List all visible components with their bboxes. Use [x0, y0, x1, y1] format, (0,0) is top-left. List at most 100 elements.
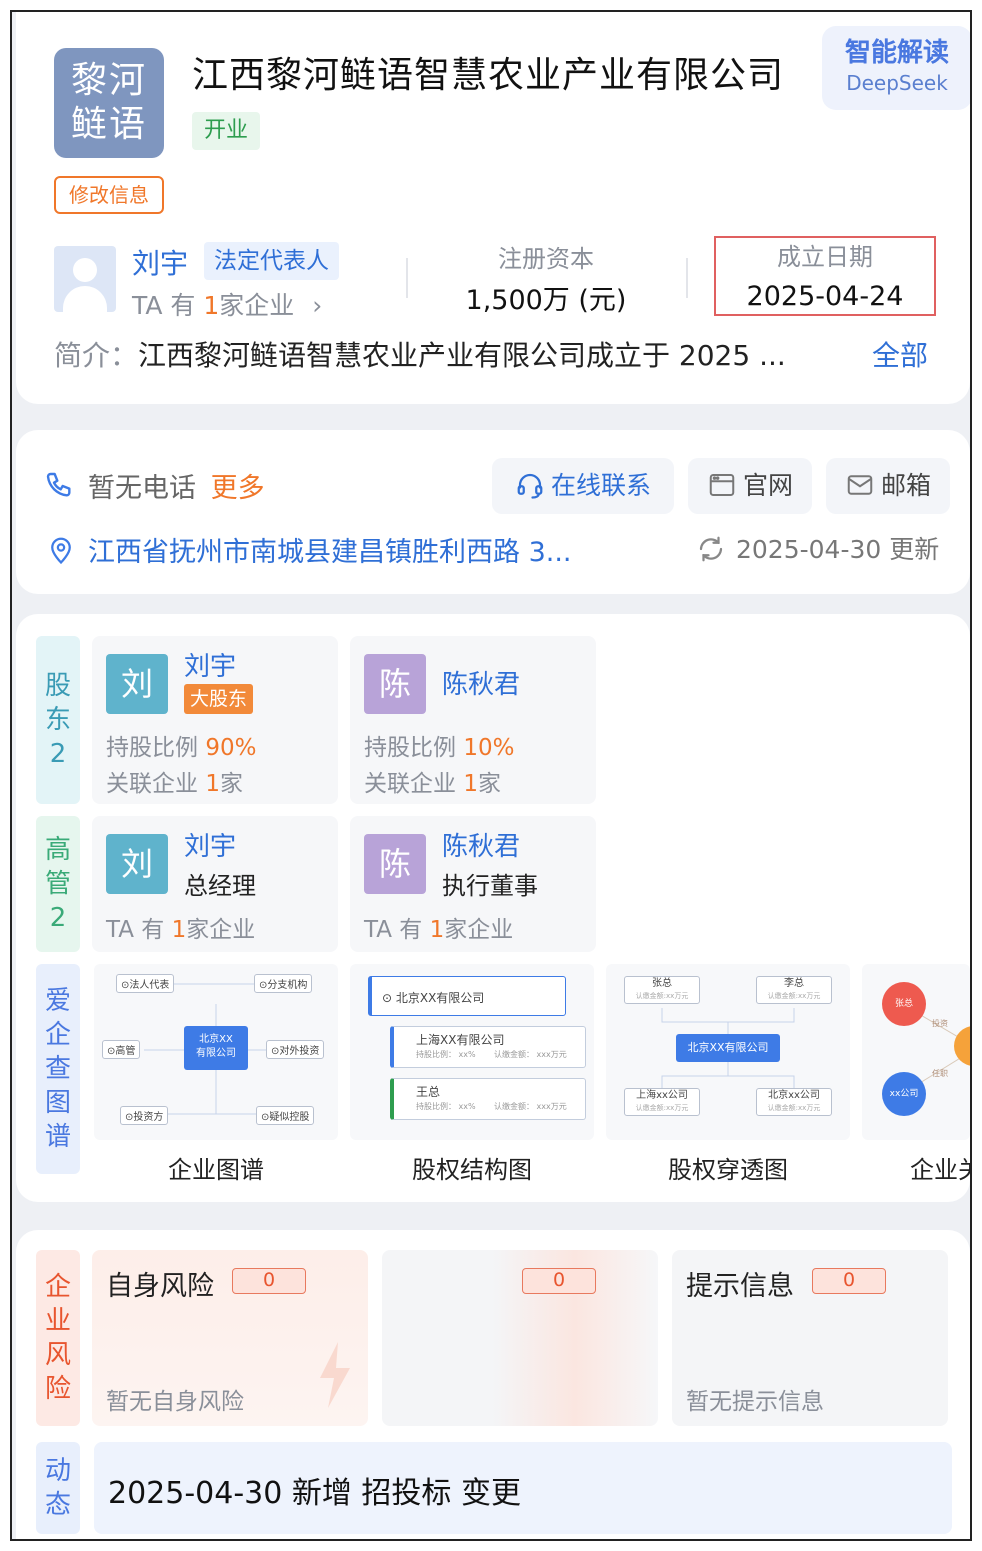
executive-role: 总经理 — [184, 872, 256, 900]
ratio-label: 持股比例 — [106, 735, 206, 761]
assoc-label: 关联企业 — [364, 771, 464, 797]
legal-rep-companies-link[interactable]: TA 有 1家企业 › — [132, 286, 322, 322]
row-meta: 认缴金额： xxx万元 — [494, 1050, 567, 1059]
graph-center-node: 北京XX 有限公司 — [184, 1026, 248, 1070]
update-time: 2025-04-30 更新 — [736, 535, 940, 564]
online-contact-button[interactable]: 在线联系 — [492, 458, 674, 514]
major-shareholder-badge: 大股东 — [184, 684, 254, 714]
enterprise-relations-label[interactable]: 企业关 — [862, 1150, 970, 1185]
assoc-unit: 家 — [477, 771, 501, 797]
assoc-unit: 家 — [219, 771, 243, 797]
ai-interpret-button[interactable]: 智能解读 DeepSeek — [822, 26, 970, 110]
node-title: 张总 — [652, 978, 672, 989]
self-risk-box[interactable]: 自身风险 0 暂无自身风险 — [92, 1250, 368, 1426]
shareholder-card-liu[interactable]: 刘 刘宇 大股东 持股比例 90% 关联企业 1家 — [92, 636, 338, 804]
address-link[interactable]: 江西省抚州市南城县建昌镇胜利西路 3... — [88, 530, 572, 569]
avatar: 陈 — [364, 654, 426, 714]
location-pin-icon — [51, 537, 71, 565]
enterprise-graph-thumbnail[interactable]: ⊙法人代表 ⊙分支机构 ⊙高管 ⊙对外投资 ⊙投资方 ⊙疑似控股 北京XX 有限… — [94, 964, 338, 1140]
legal-rep-sub-suffix: 家企业 — [219, 291, 295, 320]
legal-rep-name[interactable]: 刘宇 — [132, 242, 188, 282]
hint-info-note: 暂无提示信息 — [686, 1389, 824, 1415]
label-char: 图 — [44, 1088, 71, 1118]
graphs-label[interactable]: 爱 企 查 图 谱 — [36, 964, 80, 1174]
risk-label[interactable]: 企 业 风 险 — [36, 1250, 80, 1426]
related-risk-box[interactable]: 0 — [382, 1250, 658, 1426]
chevron-right-icon: › — [312, 291, 323, 320]
status-badge: 开业 — [192, 112, 261, 150]
phone-more-link[interactable]: 更多 — [211, 473, 265, 504]
hint-info-box[interactable]: 提示信息 0 暂无提示信息 — [672, 1250, 948, 1426]
penetration-node: 李总 认缴金额:xx万元 — [756, 976, 832, 1004]
enterprise-relations-thumbnail[interactable]: 张总 xx公司 投资 任职 — [862, 964, 970, 1140]
refresh-icon[interactable] — [696, 534, 726, 564]
edit-info-button[interactable]: 修改信息 — [54, 176, 164, 214]
ratio-value: 10% — [463, 735, 515, 761]
risk-card: 企 业 风 险 自身风险 0 暂无自身风险 0 提示信息 0 暂无提示信息 动 … — [16, 1230, 970, 1539]
row-meta: 持股比例： xx% — [416, 1102, 476, 1111]
executive-role: 执行董事 — [442, 872, 538, 900]
self-risk-note: 暂无自身风险 — [106, 1389, 244, 1415]
executive-card-chen[interactable]: 陈 陈秋君 执行董事 TA 有 1家企业 — [350, 816, 596, 952]
self-risk-title: 自身风险 — [106, 1271, 214, 1302]
equity-penetration-thumbnail[interactable]: 张总 认缴金额:xx万元 李总 认缴金额:xx万元 北京XX有限公司 上海xx公… — [606, 964, 850, 1140]
label-char: 2 — [49, 739, 67, 769]
email-button[interactable]: 邮箱 — [826, 458, 950, 514]
legal-rep-tag: 法定代表人 — [204, 242, 339, 280]
related-risk-count: 0 — [522, 1268, 596, 1294]
hint-info-count: 0 — [812, 1268, 886, 1294]
equity-structure-thumbnail[interactable]: ⊙ 北京XX有限公司 上海XX有限公司 持股比例： xx% 认缴金额： xxx万… — [350, 964, 594, 1140]
intro-text: 简介：江西黎河鲢语智慧农业产业有限公司成立于 2025 ... — [54, 334, 786, 374]
registered-capital: 注册资本 1,500万 (元) — [446, 242, 646, 320]
company-name: 江西黎河鲢语智慧农业产业有限公司 — [192, 55, 785, 96]
shareholder-card-chen[interactable]: 陈 陈秋君 持股比例 10% 关联企业 1家 — [350, 636, 596, 804]
shareholder-name: 刘宇 — [184, 652, 237, 682]
equity-structure-label[interactable]: 股权结构图 — [350, 1150, 594, 1185]
node-title: 北京xx公司 — [768, 1090, 820, 1101]
ratio-label: 持股比例 — [364, 735, 464, 761]
intro-more-link[interactable]: 全部 — [872, 334, 928, 374]
headset-icon — [517, 473, 543, 499]
user-avatar-icon[interactable] — [54, 246, 116, 312]
center-line: 有限公司 — [196, 1048, 236, 1059]
row-meta: 认缴金额： xxx万元 — [494, 1102, 567, 1111]
phone-text: 暂无电话 — [88, 473, 196, 504]
enterprise-graph-label[interactable]: 企业图谱 — [94, 1150, 338, 1185]
label-char: 风 — [44, 1340, 71, 1370]
logo-line-2: 鲢语 — [70, 104, 147, 145]
penetration-node: 上海xx公司 认缴金额:xx万元 — [624, 1088, 700, 1116]
label-char: 动 — [44, 1456, 71, 1486]
email-label: 邮箱 — [880, 471, 931, 500]
dynamics-item[interactable]: 2025-04-30 新增 招投标 变更 — [94, 1442, 952, 1534]
executive-card-liu[interactable]: 刘 刘宇 总经理 TA 有 1家企业 — [92, 816, 338, 952]
label-char: 态 — [44, 1490, 71, 1520]
logo-line-1: 黎河 — [70, 60, 147, 101]
website-button[interactable]: 官网 — [688, 458, 812, 514]
line-prefix: TA 有 — [106, 917, 172, 943]
shareholder-name: 陈秋君 — [442, 670, 521, 700]
graph-node: ⊙分支机构 — [254, 974, 313, 993]
avatar: 刘 — [106, 834, 168, 894]
label-char: 管 — [44, 869, 71, 899]
mail-icon — [847, 475, 873, 495]
line-count: 1 — [171, 917, 187, 943]
line-suffix: 家企业 — [444, 917, 514, 943]
share-ratio: 持股比例 90% — [106, 728, 256, 762]
shareholders-label[interactable]: 股 东 2 — [36, 636, 80, 804]
executives-label[interactable]: 高 管 2 — [36, 816, 80, 952]
assoc-count: 1 — [463, 771, 478, 797]
line-suffix: 家企业 — [186, 917, 256, 943]
label-char: 查 — [44, 1054, 71, 1084]
phone-info[interactable]: 暂无电话 更多 — [88, 466, 265, 505]
node-meta: 认缴金额:xx万元 — [635, 1104, 689, 1112]
assoc-companies: 关联企业 1家 — [364, 764, 501, 798]
company-header-card: 黎河 鲢语 江西黎河鲢语智慧农业产业有限公司 开业 智能解读 DeepSeek … — [16, 12, 970, 404]
dynamics-label[interactable]: 动 态 — [36, 1442, 80, 1534]
date-label: 成立日期 — [777, 243, 873, 271]
node-title: 上海xx公司 — [636, 1090, 688, 1101]
graph-node: ⊙法人代表 — [116, 974, 175, 993]
capital-value: 1,500万 (元) — [465, 285, 627, 316]
equity-penetration-label[interactable]: 股权穿透图 — [606, 1150, 850, 1185]
label-char: 谱 — [44, 1122, 71, 1152]
label-char: 企 — [44, 1020, 71, 1050]
